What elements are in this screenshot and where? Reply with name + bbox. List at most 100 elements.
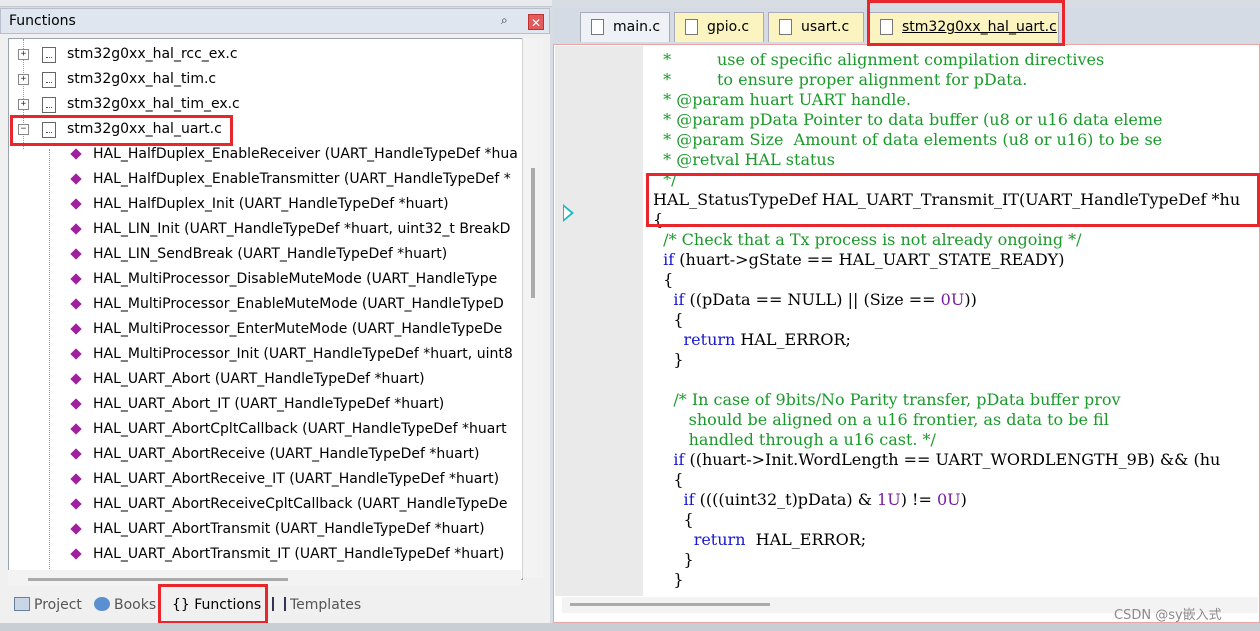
- code-text: should be aligned on a u16 frontier, as …: [653, 410, 1109, 429]
- function-item[interactable]: HAL_MultiProcessor_DisableMuteMode (UART…: [9, 267, 519, 292]
- panel-title: Functions: [9, 13, 76, 29]
- function-label: HAL_HalfDuplex_Init (UART_HandleTypeDef …: [93, 196, 449, 212]
- code-text: {: [653, 310, 684, 329]
- tab-project[interactable]: Project: [14, 597, 82, 619]
- function-item[interactable]: HAL_LIN_Init (UART_HandleTypeDef *huart,…: [9, 217, 519, 242]
- expand-icon[interactable]: +: [18, 99, 29, 110]
- function-icon: [70, 473, 82, 485]
- code-line[interactable]: 1320 * use of specific alignment compila…: [653, 50, 1258, 70]
- code-area[interactable]: 1320 * use of specific alignment compila…: [653, 46, 1258, 598]
- function-item[interactable]: HAL_MultiProcessor_Init (UART_HandleType…: [9, 342, 519, 367]
- tree-vertical-scrollbar[interactable]: [522, 38, 543, 578]
- code-line[interactable]: 1324 * @param Size Amount of data elemen…: [653, 130, 1258, 150]
- code-line[interactable]: 1344 return HAL_ERROR;: [653, 530, 1258, 550]
- function-item[interactable]: HAL_HalfDuplex_Init (UART_HandleTypeDef …: [9, 192, 519, 217]
- tab-templates-label: Templates: [290, 597, 362, 613]
- code-line[interactable]: 1341− {: [653, 470, 1258, 490]
- code-line[interactable]: 1331− {: [653, 270, 1258, 290]
- code-line[interactable]: 1337− /* In case of 9bits/No Parity tran…: [653, 390, 1258, 410]
- top-toolbar-strip: [0, 0, 552, 7]
- code-line[interactable]: 1321 * to ensure proper alignment for pD…: [653, 70, 1258, 90]
- tab-templates[interactable]: Templates: [272, 597, 361, 619]
- code-line[interactable]: 1329 /* Check that a Tx process is not a…: [653, 230, 1258, 250]
- function-label: HAL_UART_AbortCpltCallback (UART_HandleT…: [93, 421, 507, 437]
- scrollbar-thumb[interactable]: [28, 578, 288, 581]
- code-text: if ((pData == NULL) || (Size == 0U)): [673, 290, 977, 309]
- tab-gpio-c[interactable]: gpio.c: [674, 12, 764, 42]
- tab-label: main.c: [613, 19, 661, 35]
- code-line[interactable]: 1340 if ((huart->Init.WordLength == UART…: [653, 450, 1258, 470]
- tree-file-item[interactable]: + stm32g0xx_hal_tim_ex.c: [9, 92, 519, 117]
- code-text: /* In case of 9bits/No Parity transfer, …: [653, 390, 1121, 409]
- function-item[interactable]: HAL_UART_AbortReceiveCpltCallback (UART_…: [9, 492, 519, 517]
- code-text: * @param pData Pointer to data buffer (u…: [653, 110, 1163, 129]
- code-text: }: [653, 570, 684, 589]
- tab-label: gpio.c: [707, 19, 750, 35]
- function-item[interactable]: HAL_UART_AbortReceive (UART_HandleTypeDe…: [9, 442, 519, 467]
- function-icon: [70, 498, 82, 510]
- code-line[interactable]: 1323 * @param pData Pointer to data buff…: [653, 110, 1258, 130]
- function-icon: [70, 323, 82, 335]
- file-icon: [591, 19, 604, 35]
- function-item[interactable]: HAL_UART_AbortCpltCallback (UART_HandleT…: [9, 417, 519, 442]
- code-line[interactable]: 1335 }: [653, 350, 1258, 370]
- code-text: * use of specific alignment compilation …: [653, 50, 1105, 69]
- code-text: return HAL_ERROR;: [693, 530, 867, 549]
- function-icon: [70, 298, 82, 310]
- tree-file-item[interactable]: + stm32g0xx_hal_rcc_ex.c: [9, 42, 519, 67]
- function-icon: [70, 348, 82, 360]
- function-label: HAL_MultiProcessor_Init (UART_HandleType…: [93, 346, 513, 362]
- function-label: HAL_HalfDuplex_EnableTransmitter (UART_H…: [93, 171, 511, 187]
- code-line[interactable]: 1342 if ((((uint32_t)pData) & 1U) != 0U): [653, 490, 1258, 510]
- code-line[interactable]: 1322 * @param huart UART handle.: [653, 90, 1258, 110]
- code-text: if ((huart->Init.WordLength == UART_WORD…: [673, 450, 1221, 469]
- pin-icon[interactable]: ⌕: [501, 13, 515, 29]
- watermark: CSDN @sy嵌入式: [1114, 608, 1222, 623]
- scrollbar-thumb[interactable]: [570, 603, 770, 606]
- function-item[interactable]: HAL_HalfDuplex_EnableTransmitter (UART_H…: [9, 167, 519, 192]
- code-text: * @param Size Amount of data elements (u…: [653, 130, 1163, 149]
- function-item[interactable]: HAL_UART_AbortReceive_IT (UART_HandleTyp…: [9, 467, 519, 492]
- function-icon: [70, 273, 82, 285]
- function-icon: [70, 198, 82, 210]
- tree-file-item[interactable]: + stm32g0xx_hal_tim.c: [9, 67, 519, 92]
- tab-books[interactable]: Books: [94, 597, 156, 619]
- function-item[interactable]: HAL_UART_AbortTransmit (UART_HandleTypeD…: [9, 517, 519, 542]
- close-icon[interactable]: ✕: [528, 14, 544, 30]
- tab-books-label: Books: [114, 597, 157, 613]
- code-line[interactable]: 1339 handled through a u16 cast. */: [653, 430, 1258, 450]
- code-editor: main.c gpio.c usart.c stm32g0xx_hal_uart…: [553, 8, 1260, 623]
- function-label: HAL_UART_Abort_IT (UART_HandleTypeDef *h…: [93, 396, 445, 412]
- code-line[interactable]: 1334 return HAL_ERROR;: [653, 330, 1258, 350]
- code-text: }: [653, 350, 684, 369]
- code-line[interactable]: 1336: [653, 370, 1258, 390]
- function-icon: [70, 173, 82, 185]
- functions-panel: Functions ⌕ ✕ + stm32g0xx_hal_rcc_ex.c +…: [0, 8, 550, 623]
- code-line[interactable]: 1333− {: [653, 310, 1258, 330]
- file-label: stm32g0xx_hal_tim.c: [67, 71, 217, 87]
- function-label: HAL_MultiProcessor_EnterMuteMode (UART_H…: [93, 321, 503, 337]
- file-icon: [779, 19, 792, 35]
- code-line[interactable]: 1345 }: [653, 550, 1258, 570]
- scrollbar-thumb[interactable]: [531, 168, 535, 298]
- function-icon: [70, 398, 82, 410]
- code-line[interactable]: 1338 should be aligned on a u16 frontier…: [653, 410, 1258, 430]
- tab-usart-c[interactable]: usart.c: [768, 12, 864, 42]
- code-text: {: [653, 270, 674, 289]
- function-item[interactable]: HAL_MultiProcessor_EnableMuteMode (UART_…: [9, 292, 519, 317]
- tab-main-c[interactable]: main.c: [580, 12, 670, 42]
- function-item[interactable]: HAL_MultiProcessor_EnterMuteMode (UART_H…: [9, 317, 519, 342]
- code-line[interactable]: 1325 * @retval HAL status: [653, 150, 1258, 170]
- function-item[interactable]: HAL_UART_Abort_IT (UART_HandleTypeDef *h…: [9, 392, 519, 417]
- code-line[interactable]: 1343− {: [653, 510, 1258, 530]
- code-text: * @retval HAL status: [653, 150, 835, 169]
- function-item[interactable]: HAL_UART_Abort (UART_HandleTypeDef *huar…: [9, 367, 519, 392]
- code-line[interactable]: 1330 if (huart->gState == HAL_UART_STATE…: [653, 250, 1258, 270]
- function-item[interactable]: HAL_UART_AbortTransmit_IT (UART_HandleTy…: [9, 542, 519, 567]
- code-line[interactable]: 1346 }: [653, 570, 1258, 590]
- function-item[interactable]: HAL_LIN_SendBreak (UART_HandleTypeDef *h…: [9, 242, 519, 267]
- code-line[interactable]: 1332 if ((pData == NULL) || (Size == 0U)…: [653, 290, 1258, 310]
- expand-icon[interactable]: +: [18, 74, 29, 85]
- code-text: * to ensure proper alignment for pData.: [653, 70, 1028, 89]
- expand-icon[interactable]: +: [18, 49, 29, 60]
